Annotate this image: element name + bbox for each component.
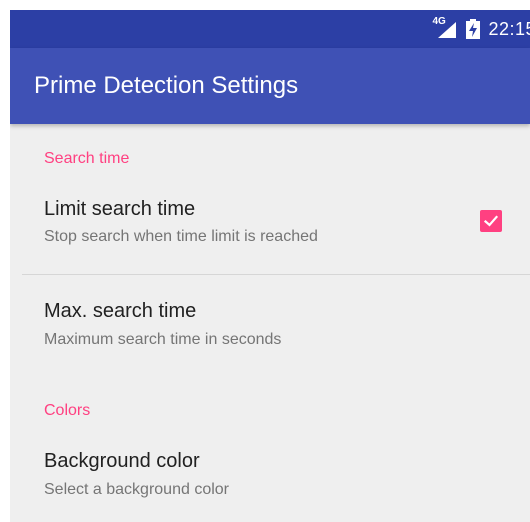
limit-search-time-checkbox[interactable] (480, 210, 502, 232)
check-icon (483, 215, 499, 227)
pref-title: Max. search time (44, 300, 197, 322)
signal-icon: 4G (432, 16, 458, 40)
pref-summary: Stop search when time limit is reached (44, 228, 318, 245)
page-title: Prime Detection Settings (34, 72, 299, 99)
pref-summary: Select a background color (44, 481, 229, 498)
battery-charging-icon (466, 19, 481, 39)
pref-title: Background color (44, 450, 200, 472)
settings-screen: 4G 22:15 Prime Detection Settings Search… (10, 10, 530, 522)
app-bar: Prime Detection Settings (10, 48, 530, 124)
status-time: 22:15 (488, 18, 530, 39)
status-icons: 4G 22:15 (432, 10, 530, 48)
category-colors: Colors (44, 402, 91, 419)
pref-title: Limit search time (44, 198, 196, 220)
pref-summary: Maximum search time in seconds (44, 331, 282, 348)
divider (22, 274, 530, 275)
status-bar: 4G 22:15 (10, 10, 530, 48)
category-search-time: Search time (44, 150, 130, 167)
